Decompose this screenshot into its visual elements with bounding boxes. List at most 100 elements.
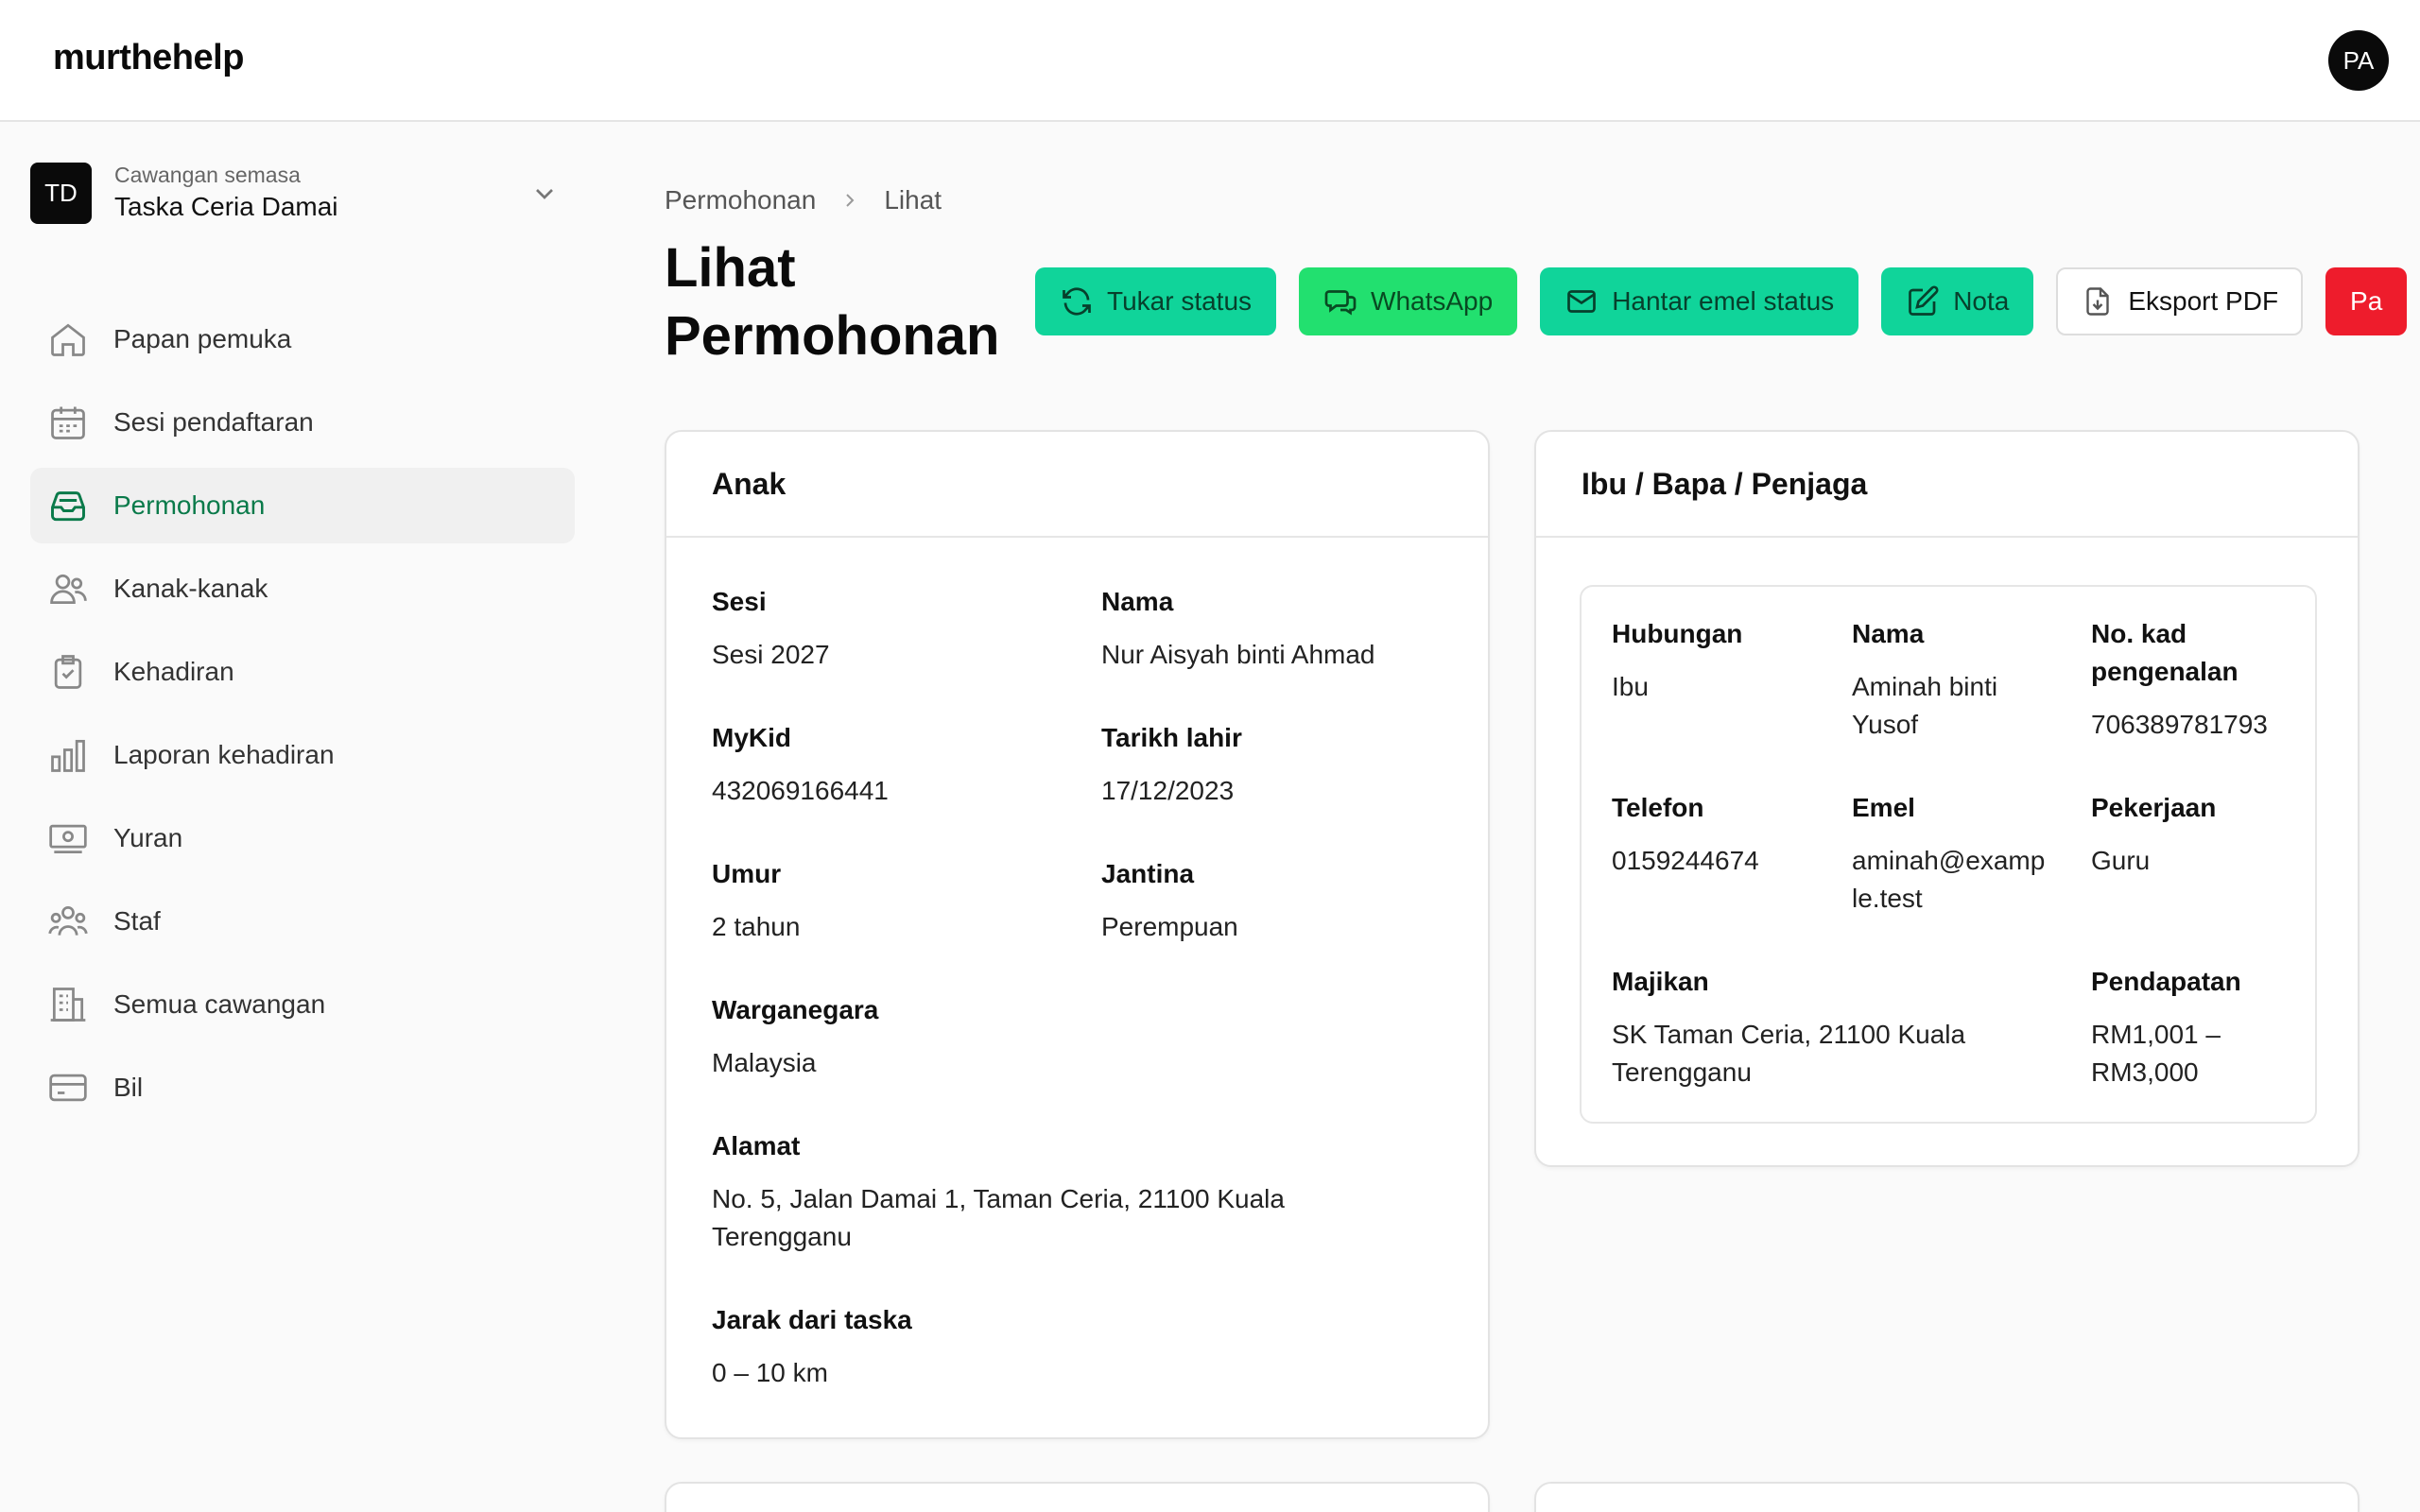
field-phone: Telefon 0159244674: [1612, 789, 1820, 880]
field-session: Sesi Sesi 2027: [712, 583, 830, 674]
whatsapp-button[interactable]: WhatsApp: [1299, 267, 1518, 335]
field-value: 0 – 10 km: [712, 1358, 828, 1387]
field-value: Nur Aisyah binti Ahmad: [1101, 640, 1375, 669]
page-title: Lihat Permohonan: [665, 237, 1000, 367]
sidebar-item-label: Staf: [113, 906, 161, 936]
users-icon: [47, 568, 89, 610]
change-status-button[interactable]: Tukar status: [1035, 267, 1277, 335]
field-income: Pendapatan RM1,001 – RM3,000: [2091, 963, 2261, 1091]
sidebar-item-label: Sesi pendaftaran: [113, 407, 314, 437]
sidebar-item-kanak-kanak[interactable]: Kanak-kanak: [30, 551, 575, 627]
field-value: 0159244674: [1612, 846, 1759, 875]
field-label: Tarikh lahir: [1101, 723, 1242, 752]
inbox-icon: [47, 485, 89, 526]
building-icon: [47, 984, 89, 1025]
sidebar-item-kehadiran[interactable]: Kehadiran: [30, 634, 575, 710]
sidebar-nav: Papan pemuka Sesi pendaftaran Permohonan…: [30, 301, 575, 1133]
field-label: Pendapatan: [2091, 967, 2241, 996]
change-status-label: Tukar status: [1107, 286, 1253, 316]
field-relation: Hubungan Ibu: [1612, 615, 1820, 706]
sidebar-item-label: Kehadiran: [113, 657, 234, 686]
brand-logo[interactable]: murthehelp: [53, 38, 244, 78]
field-value: No. 5, Jalan Damai 1, Taman Ceria, 21100…: [712, 1184, 1285, 1251]
field-value: RM1,001 – RM3,000: [2091, 1020, 2221, 1087]
field-dob: Tarikh lahir 17/12/2023: [1101, 719, 1242, 810]
field-ic: No. kad pengenalan 706389781793: [2091, 615, 2304, 744]
bar-chart-icon: [47, 734, 89, 776]
home-icon: [47, 318, 89, 360]
guardian-details-panel: Hubungan Ibu Nama Aminah binti Yusof No.…: [1580, 585, 2317, 1124]
sidebar-item-staf[interactable]: Staf: [30, 884, 575, 959]
field-name: Nama Nur Aisyah binti Ahmad: [1101, 583, 1375, 674]
field-gender: Jantina Perempuan: [1101, 855, 1238, 946]
field-guardian-name: Nama Aminah binti Yusof: [1852, 615, 2060, 744]
banknote-icon: [47, 817, 89, 859]
whatsapp-label: WhatsApp: [1371, 286, 1494, 316]
field-label: MyKid: [712, 723, 791, 752]
note-button[interactable]: Nota: [1881, 267, 2034, 335]
chat-icon: [1324, 290, 1357, 316]
sidebar-item-yuran[interactable]: Yuran: [30, 800, 575, 876]
field-label: Jantina: [1101, 859, 1195, 888]
field-label: Alamat: [712, 1131, 801, 1160]
guardian-card: Ibu / Bapa / Penjaga Hubungan Ibu Nama A…: [1534, 430, 2360, 1167]
field-label: Jarak dari taska: [712, 1305, 912, 1334]
sidebar-item-permohonan[interactable]: Permohonan: [30, 468, 575, 543]
sidebar-item-label: Permohonan: [113, 490, 266, 520]
field-citizenship: Warganegara Malaysia: [712, 991, 878, 1082]
sidebar-item-sesi-pendaftaran[interactable]: Sesi pendaftaran: [30, 385, 575, 460]
field-value: 17/12/2023: [1101, 776, 1235, 805]
field-value: aminah@example.test: [1852, 846, 2046, 913]
export-pdf-button[interactable]: Eksport PDF: [2056, 267, 2304, 335]
sidebar-item-label: Yuran: [113, 823, 183, 852]
child-card-title: Anak: [666, 432, 1488, 538]
chevron-down-icon[interactable]: [529, 179, 560, 209]
sidebar-item-label: Laporan kehadiran: [113, 740, 335, 769]
field-mykid: MyKid 432069166441: [712, 719, 889, 810]
child-card: Anak Sesi Sesi 2027 Nama Nur Aisyah bint…: [665, 430, 1490, 1439]
mail-icon: [1567, 290, 1597, 313]
breadcrumb: Permohonan Lihat: [665, 183, 942, 217]
field-email: Emel aminah@example.test: [1852, 789, 2046, 918]
sidebar-item-label: Bil: [113, 1073, 144, 1102]
branch-caption: Cawangan semasa: [114, 163, 301, 187]
refresh-icon: [1063, 287, 1091, 316]
team-icon: [47, 901, 89, 942]
field-value: Malaysia: [712, 1048, 817, 1077]
credit-card-icon: [47, 1067, 89, 1108]
field-label: Emel: [1852, 793, 1915, 822]
field-label: Nama: [1101, 587, 1174, 616]
sidebar-item-label: Kanak-kanak: [113, 574, 268, 603]
field-label: Pekerjaan: [2091, 793, 2217, 822]
breadcrumb-parent-link[interactable]: Permohonan: [665, 185, 816, 215]
field-value: Guru: [2091, 846, 2151, 875]
email-status-button[interactable]: Hantar emel status: [1540, 267, 1859, 335]
sidebar-item-laporan-kehadiran[interactable]: Laporan kehadiran: [30, 717, 575, 793]
field-label: Warganegara: [712, 995, 879, 1024]
sidebar-item-bil[interactable]: Bil: [30, 1050, 575, 1125]
sidebar: TD Cawangan semasa Taska Ceria Damai Pap…: [0, 124, 586, 1512]
field-address: Alamat No. 5, Jalan Damai 1, Taman Ceria…: [712, 1127, 1355, 1256]
field-label: Hubungan: [1612, 619, 1743, 648]
field-value: SK Taman Ceria, 21100 Kuala Terengganu: [1612, 1020, 1966, 1087]
branch-text: Cawangan semasa Taska Ceria Damai: [114, 161, 338, 225]
lower-card-left: [665, 1482, 1490, 1512]
field-label: Sesi: [712, 587, 767, 616]
note-label: Nota: [1953, 286, 2010, 316]
user-avatar[interactable]: PA: [2328, 30, 2389, 91]
field-distance: Jarak dari taska 0 – 10 km: [712, 1301, 912, 1392]
export-pdf-label: Eksport PDF: [2128, 286, 2279, 316]
danger-button[interactable]: Pa: [2325, 267, 2408, 335]
sidebar-item-label: Semua cawangan: [113, 989, 326, 1019]
field-value: 706389781793: [2091, 710, 2268, 739]
chevron-right-icon: [846, 194, 855, 207]
branch-switcher[interactable]: TD Cawangan semasa Taska Ceria Damai: [30, 150, 560, 235]
sidebar-item-label: Papan pemuka: [113, 324, 292, 353]
field-label: Telefon: [1612, 793, 1704, 822]
top-bar: murthehelp PA: [0, 0, 2420, 122]
branch-badge: TD: [30, 162, 92, 224]
breadcrumb-current: Lihat: [884, 185, 942, 215]
field-label: Majikan: [1612, 967, 1709, 996]
sidebar-item-papan-pemuka[interactable]: Papan pemuka: [30, 301, 575, 377]
sidebar-item-semua-cawangan[interactable]: Semua cawangan: [30, 967, 575, 1042]
